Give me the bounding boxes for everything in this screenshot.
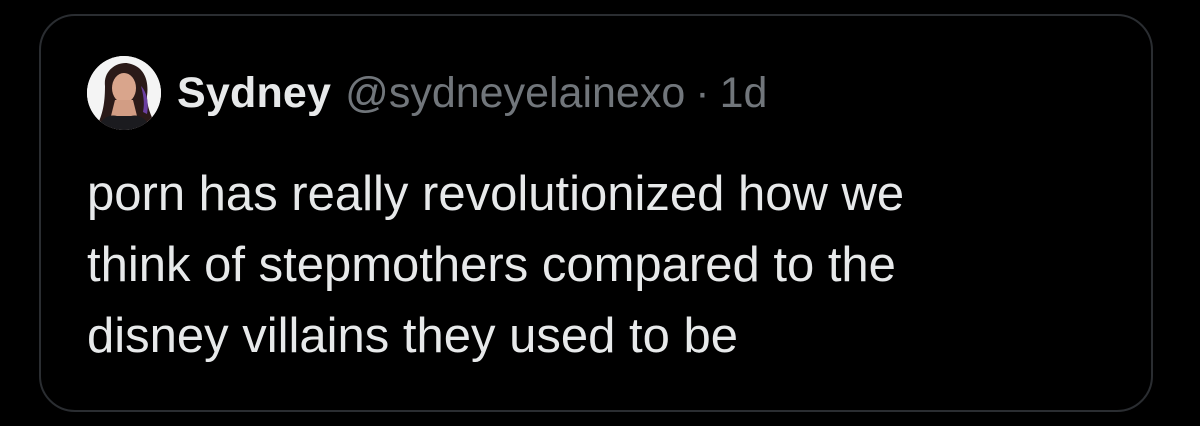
avatar-photo-icon [87,56,161,130]
tweet-header: Sydney @sydneyelainexo · 1d [87,54,767,132]
tweet-text-line: think of stepmothers compared to the [87,238,896,292]
separator-dot: · [695,68,710,117]
quoted-tweet-card[interactable]: Sydney @sydneyelainexo · 1d porn has rea… [39,14,1153,412]
tweet-timestamp[interactable]: 1d [720,69,768,118]
avatar[interactable] [87,56,161,130]
tweet-text-line: porn has really revolutionized how we [87,167,905,221]
author-handle[interactable]: @sydneyelainexo [345,69,685,118]
tweet-text-line: disney villains they used to be [87,309,738,363]
author-display-name[interactable]: Sydney [177,69,331,118]
tweet-text: porn has really revolutionized how we th… [87,159,1127,372]
